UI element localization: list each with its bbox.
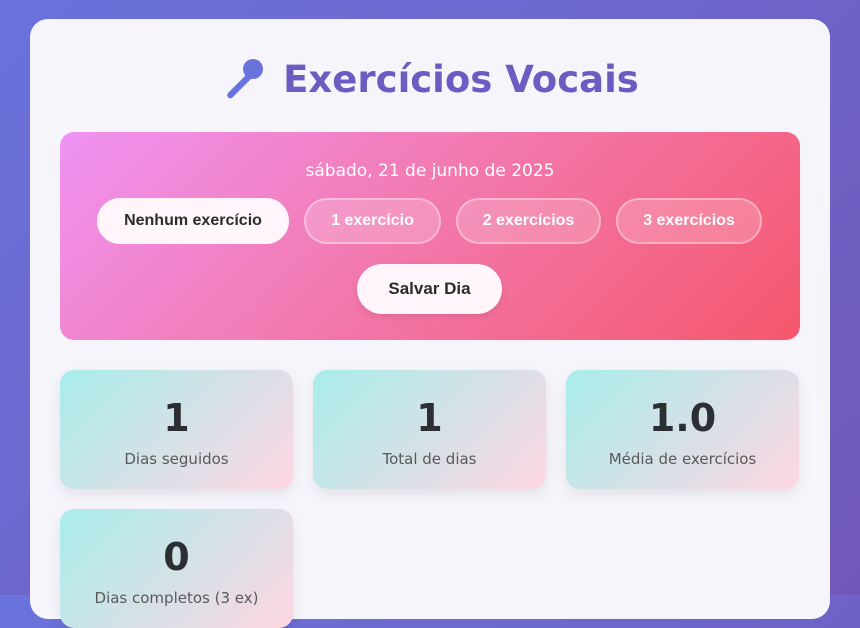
current-date: sábado, 21 de junho de 2025 (305, 161, 555, 181)
stat-card-streak: 1 Dias seguidos (60, 370, 293, 489)
stat-label: Dias completos (3 ex) (94, 589, 259, 607)
stat-value: 0 (163, 535, 190, 579)
option-1-button[interactable]: 1 exercício (304, 198, 441, 244)
stat-card-total-days: 1 Total de dias (313, 370, 546, 489)
option-none-button[interactable]: Nenhum exercício (97, 198, 289, 244)
stat-label: Total de dias (382, 450, 477, 468)
stat-value: 1 (163, 396, 190, 440)
page-header: Exercícios Vocais (30, 57, 830, 101)
save-day-button[interactable]: Salvar Dia (357, 264, 502, 314)
option-3-button[interactable]: 3 exercícios (616, 198, 762, 244)
stat-value: 1 (416, 396, 443, 440)
stat-value: 1.0 (648, 396, 717, 440)
stat-card-complete-days: 0 Dias completos (3 ex) (60, 509, 293, 628)
stat-label: Dias seguidos (124, 450, 229, 468)
today-panel: sábado, 21 de junho de 2025 Nenhum exerc… (60, 132, 800, 340)
microphone-icon (227, 59, 264, 99)
page-title: Exercícios Vocais (283, 57, 639, 101)
stat-label: Média de exercícios (608, 450, 757, 468)
main-card: Exercícios Vocais sábado, 21 de junho de… (30, 19, 830, 628)
option-2-button[interactable]: 2 exercícios (456, 198, 601, 244)
stat-card-average: 1.0 Média de exercícios (566, 370, 799, 489)
